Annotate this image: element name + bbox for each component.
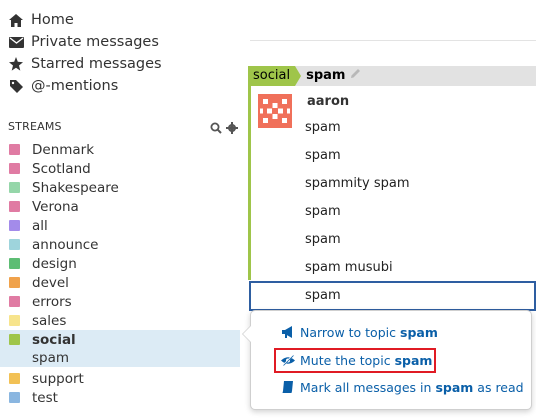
stream-item-scotland[interactable]: Scotland <box>0 159 240 178</box>
stream-color-swatch <box>9 163 20 174</box>
stream-name: Shakespeare <box>32 179 119 196</box>
topic-name: spam <box>32 349 70 366</box>
avatar[interactable] <box>258 94 292 128</box>
stream-name: Scotland <box>32 160 91 177</box>
stream-item-shakespeare[interactable]: Shakespeare <box>0 178 240 197</box>
message-content[interactable]: spammity spam <box>305 176 410 191</box>
popover-arrow-inner <box>243 326 251 342</box>
recipient-topic[interactable]: spam <box>301 66 536 86</box>
mark-as-read-link[interactable]: Mark all messages in spam as read <box>281 377 524 397</box>
divider <box>250 40 536 41</box>
narrow-to-topic-link[interactable]: Narrow to topic spam <box>281 322 438 342</box>
highlight-annotation <box>274 348 436 373</box>
book-icon <box>281 381 295 393</box>
recipient-bar: social spam <box>248 66 536 86</box>
nav-mentions-label: @-mentions <box>31 78 119 94</box>
stream-item-announce[interactable]: announce <box>0 235 240 254</box>
stream-name: Denmark <box>32 141 95 158</box>
narrow-label: Narrow to topic <box>300 324 396 340</box>
stream-name: errors <box>32 293 72 310</box>
stream-item-design[interactable]: design <box>0 254 240 273</box>
message-content[interactable]: spam <box>305 148 341 163</box>
stream-name: announce <box>32 236 99 253</box>
stream-name: design <box>32 255 77 272</box>
narrow-topic: spam <box>400 324 438 340</box>
stream-name: sales <box>32 312 67 329</box>
selected-message-outline <box>249 281 536 311</box>
stream-color-swatch <box>9 258 20 269</box>
stream-item-sales[interactable]: sales <box>0 311 240 330</box>
stream-item-test[interactable]: test <box>0 388 240 407</box>
stream-item-support[interactable]: support <box>0 369 240 388</box>
mark-label: Mark all messages in <box>300 379 432 395</box>
nav-starred-messages[interactable]: Starred messages <box>8 53 162 75</box>
stream-color-swatch <box>9 315 20 326</box>
nav-mentions[interactable]: @-mentions <box>8 75 118 97</box>
nav-private-messages[interactable]: Private messages <box>8 31 159 53</box>
bullhorn-icon <box>281 326 295 338</box>
stream-color-swatch <box>9 220 20 231</box>
sender-header: aaron <box>251 86 536 128</box>
stream-name: devel <box>32 274 69 291</box>
stream-color-swatch <box>9 392 20 403</box>
stream-item-social[interactable]: social <box>0 330 240 349</box>
stream-color-swatch <box>9 277 20 288</box>
stream-color-swatch <box>9 201 20 212</box>
home-icon <box>8 13 24 27</box>
stream-name: test <box>32 389 58 406</box>
nav-home[interactable]: Home <box>8 9 74 31</box>
stream-item-errors[interactable]: errors <box>0 292 240 311</box>
stream-item-devel[interactable]: devel <box>0 273 240 292</box>
mark-suffix: as read <box>477 379 524 395</box>
stream-color-swatch <box>9 182 20 193</box>
stream-name: Verona <box>32 198 79 215</box>
gear-icon[interactable] <box>226 119 238 138</box>
envelope-icon <box>8 36 24 48</box>
streams-header: STREAMS <box>8 120 62 133</box>
message-content[interactable]: spam musubi <box>305 260 393 275</box>
stream-item-all[interactable]: all <box>0 216 240 235</box>
stream-color-swatch <box>9 334 20 345</box>
stream-item-denmark[interactable]: Denmark <box>0 140 240 159</box>
stream-name: support <box>32 370 84 387</box>
mark-topic: spam <box>435 379 474 395</box>
nav-home-label: Home <box>31 12 74 28</box>
topic-item-spam[interactable]: spam <box>0 348 240 367</box>
message-content[interactable]: spam <box>305 232 341 247</box>
message-content[interactable]: spam <box>305 120 341 135</box>
pencil-icon[interactable] <box>350 66 361 86</box>
recipient-stream[interactable]: social <box>248 66 296 86</box>
tag-icon <box>8 79 24 93</box>
stream-name: social <box>32 331 76 348</box>
stream-color-swatch <box>9 373 20 384</box>
nav-private-label: Private messages <box>31 34 159 50</box>
stream-name: all <box>32 217 48 234</box>
stream-color-swatch <box>9 239 20 250</box>
stream-color-swatch <box>9 296 20 307</box>
message-content[interactable]: spam <box>305 204 341 219</box>
star-icon <box>8 57 24 71</box>
stream-item-verona[interactable]: Verona <box>0 197 240 216</box>
recipient-topic-label: spam <box>306 68 346 83</box>
sender-name[interactable]: aaron <box>307 94 349 109</box>
nav-starred-label: Starred messages <box>31 56 162 72</box>
search-icon[interactable] <box>210 119 222 138</box>
stream-color-swatch <box>9 144 20 155</box>
